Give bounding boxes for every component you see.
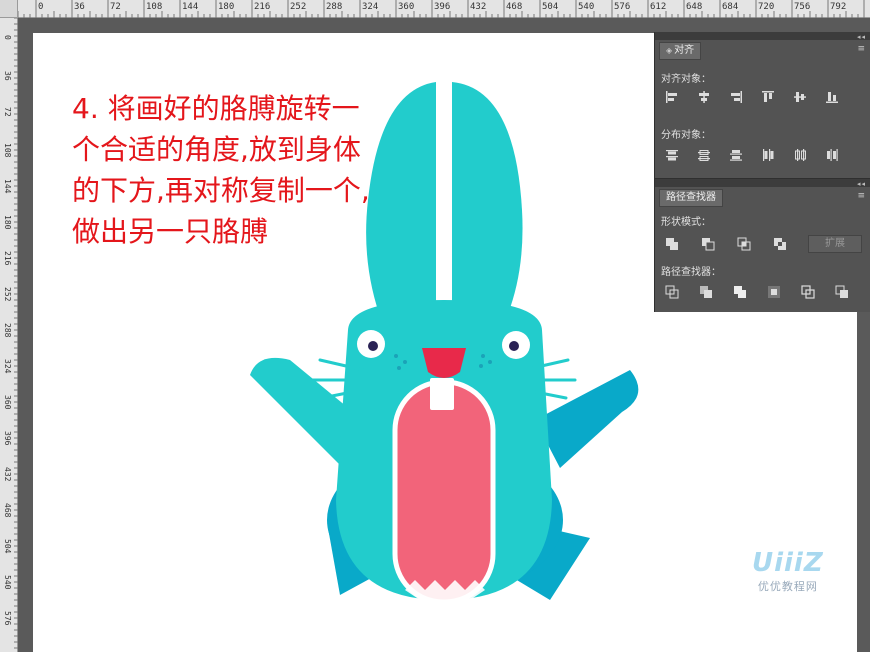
ruler-tick-label: 108 [3, 143, 12, 158]
distribute-objects-label: 分布对象： [661, 130, 711, 141]
outline-icon[interactable] [801, 285, 815, 299]
ruler-tick-label: 720 [758, 2, 775, 12]
ruler-tick-label: 396 [434, 2, 451, 12]
ruler-tick-label: 144 [3, 179, 12, 194]
tab-pathfinder-label: 路径查找器 [666, 192, 716, 203]
ruler-tick-label: 144 [182, 2, 199, 12]
panel-menu-icon[interactable]: ≡ [857, 44, 865, 54]
ruler-tick-label: 72 [110, 2, 121, 12]
watermark: UiiiZ 优优教程网 [752, 548, 824, 594]
ruler-tick-label: 216 [254, 2, 271, 12]
ruler-tick-label: 360 [3, 395, 12, 410]
ruler-tick-label: 180 [218, 2, 235, 12]
intersect-icon[interactable] [737, 237, 751, 251]
panel-grip[interactable]: ◂◂ [655, 32, 870, 41]
tab-align-label: 对齐 [674, 45, 695, 56]
ruler-tick-label: 0 [3, 35, 12, 40]
collapse-icon[interactable]: ◂◂ [857, 180, 866, 188]
align-left-icon[interactable] [665, 90, 679, 104]
ruler-tick-label: 288 [326, 2, 343, 12]
tab-pathfinder[interactable]: 路径查找器 [659, 189, 723, 207]
merge-icon[interactable] [733, 285, 747, 299]
watermark-text: 优优教程网 [757, 580, 818, 593]
ruler-tick-label: 324 [362, 2, 379, 12]
align-objects-row [665, 90, 839, 104]
align-vertical-center-icon[interactable] [793, 90, 807, 104]
distribute-vertical-center-icon[interactable] [697, 148, 711, 162]
ruler-tick-label: 432 [3, 467, 12, 482]
crop-icon[interactable] [767, 285, 781, 299]
ruler-tick-label: 180 [3, 215, 12, 230]
rabbit-right-ear [452, 82, 523, 332]
rabbit-teeth [430, 378, 454, 410]
ruler-tick-label: 108 [146, 2, 163, 12]
panel-menu-icon[interactable]: ≡ [857, 191, 865, 201]
double-arrow-icon: ◈ [666, 46, 673, 55]
ruler-tick-label: 432 [470, 2, 487, 12]
ruler-tick-label: 540 [578, 2, 595, 12]
ruler-tick-label: 648 [686, 2, 703, 12]
ruler-tick-label: 684 [722, 2, 739, 12]
tab-align[interactable]: ◈ 对齐 [659, 42, 702, 60]
ruler-tick-label: 576 [3, 611, 12, 626]
align-horizontal-center-icon[interactable] [697, 90, 711, 104]
ruler-tick-label: 576 [614, 2, 631, 12]
rabbit-illustration[interactable] [240, 75, 650, 615]
collapse-icon[interactable]: ◂◂ [857, 33, 866, 41]
ruler-tick-label: 504 [3, 539, 12, 554]
ruler-tick-label: 36 [3, 71, 12, 81]
distribute-top-icon[interactable] [665, 148, 679, 162]
rabbit-mouth [392, 379, 496, 605]
trim-icon[interactable] [699, 285, 713, 299]
align-objects-label: 对齐对象： [661, 74, 711, 85]
distribute-horizontal-center-icon[interactable] [793, 148, 807, 162]
vertical-ruler[interactable]: 0 36 72 108 144 180 216 252 288 324 360 396 432 468 50… [0, 18, 18, 652]
shape-modes-label: 形状模式： [661, 217, 711, 228]
rabbit-right-arm [535, 370, 639, 468]
ruler-tick-label: 504 [542, 2, 559, 12]
ruler-tick-label: 216 [3, 251, 12, 266]
horizontal-ruler[interactable]: 0 36 72 108 144 180 216 252 288 324 360 396 432 468 50… [0, 0, 870, 18]
ruler-tick-label: 468 [506, 2, 523, 12]
ruler-tick-label: 0 [38, 2, 44, 12]
ruler-tick-label: 468 [3, 503, 12, 518]
distribute-left-icon[interactable] [761, 148, 775, 162]
ruler-tick-label: 288 [3, 323, 12, 338]
shape-modes-row [665, 237, 787, 251]
distribute-right-icon[interactable] [825, 148, 839, 162]
rabbit-left-ear [366, 82, 436, 332]
align-top-icon[interactable] [761, 90, 775, 104]
exclude-icon[interactable] [773, 237, 787, 251]
align-bottom-icon[interactable] [825, 90, 839, 104]
expand-button[interactable]: 扩展 [808, 235, 862, 253]
unite-icon[interactable] [665, 237, 679, 251]
ruler-tick-label: 540 [3, 575, 12, 590]
ruler-tick-label: 252 [290, 2, 307, 12]
panel-grip[interactable]: ◂◂ [655, 179, 870, 188]
ruler-tick-label: 252 [3, 287, 12, 302]
pathfinders-label: 路径查找器： [661, 267, 721, 278]
minus-front-icon[interactable] [701, 237, 715, 251]
minus-back-icon[interactable] [835, 285, 849, 299]
ruler-tick-label: 360 [398, 2, 415, 12]
ruler-tick-label: 756 [794, 2, 811, 12]
align-panel[interactable]: ◂◂ ◈ 对齐 ≡ 对齐对象： 分布对象： [654, 32, 870, 178]
ruler-tick-label: 396 [3, 431, 12, 446]
watermark-logo: UiiiZ [752, 548, 824, 578]
distribute-bottom-icon[interactable] [729, 148, 743, 162]
pathfinder-panel[interactable]: ◂◂ 路径查找器 ≡ 形状模式： 扩展 路径查找器： [654, 178, 870, 312]
ruler-tick-label: 324 [3, 359, 12, 374]
ruler-tick-label: 72 [3, 107, 12, 117]
pathfinders-row [665, 285, 849, 299]
ruler-tick-label: 612 [650, 2, 667, 12]
ruler-tick-label: 36 [74, 2, 85, 12]
ruler-tick-label: 792 [830, 2, 847, 12]
divide-icon[interactable] [665, 285, 679, 299]
align-right-icon[interactable] [729, 90, 743, 104]
ruler-origin[interactable] [0, 0, 18, 18]
distribute-objects-row [665, 148, 839, 162]
